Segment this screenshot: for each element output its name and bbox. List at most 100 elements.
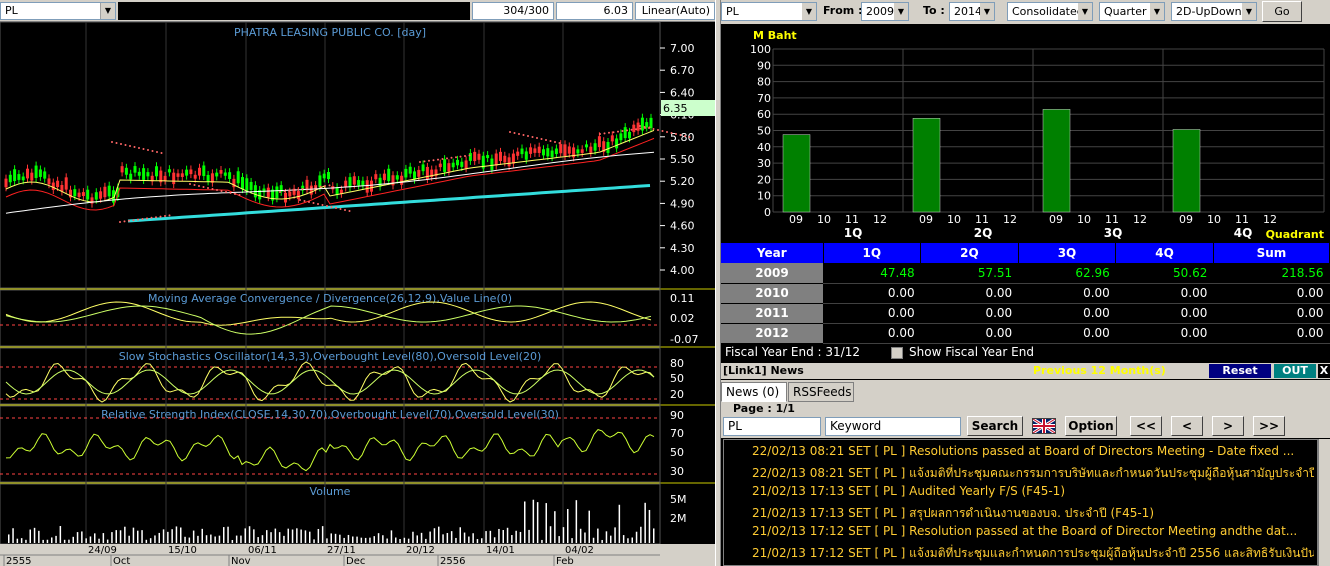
sar-dot	[159, 215, 162, 218]
sar-dot	[297, 188, 299, 191]
news-symbol-input[interactable]: PL	[723, 417, 821, 436]
volume-bar	[266, 530, 268, 543]
candle	[77, 192, 81, 197]
candle	[632, 124, 636, 133]
to-year-select[interactable]: 2014 ▼	[949, 2, 995, 21]
volume-bar	[506, 527, 509, 543]
sar-dot	[292, 189, 295, 192]
news-scrollbar[interactable]	[1318, 439, 1330, 566]
sar-dot	[202, 186, 205, 188]
chevron-down-icon[interactable]: ▼	[802, 3, 816, 20]
current-price-label: 6.35	[663, 102, 688, 115]
news-item[interactable]: 21/02/13 17:12 SET [ PL ] Resolution pas…	[752, 524, 1314, 542]
candle	[486, 155, 490, 159]
tab-rssfeeds[interactable]: RSSFeeds	[788, 382, 854, 402]
volume-bar	[76, 532, 79, 543]
volume-bar	[223, 527, 225, 543]
year-cell: 2011	[721, 303, 823, 324]
volume-bar	[145, 539, 148, 543]
chevron-down-icon[interactable]: ▼	[1150, 3, 1164, 20]
volume-bar	[244, 528, 246, 543]
volume-bar	[369, 537, 371, 543]
sar-dot	[464, 155, 466, 157]
bar-x-tick: 09	[1049, 213, 1063, 226]
chart-panel: PL ▼ 304/300 6.03 Linear(Auto) PHATRA LE…	[0, 0, 715, 566]
table-header-cell[interactable]: 1Q	[823, 243, 922, 263]
volume-bar	[403, 537, 406, 543]
financial-panel: PL ▼ From : 2009 ▼ To : 2014 ▼ Consolida…	[721, 0, 1330, 566]
bar-x-tick: 12	[1133, 213, 1147, 226]
bar-y-tick: 100	[750, 43, 771, 56]
price-chart[interactable]: PHATRA LEASING PUBLIC CO. [day] Moving A…	[0, 22, 715, 566]
search-button[interactable]: Search	[967, 416, 1023, 436]
table-header-cell[interactable]: Sum	[1213, 243, 1330, 263]
candle	[21, 176, 25, 181]
news-item[interactable]: 22/02/13 08:21 SET [ PL ] แจ้งมติที่ประช…	[752, 464, 1314, 482]
volume-bar	[291, 529, 294, 543]
news-item[interactable]: 21/02/13 17:13 SET [ PL ] สรุปผลการดำเนิ…	[752, 504, 1314, 522]
scale-mode[interactable]: Linear(Auto)	[635, 2, 715, 20]
last-page-button[interactable]: >>	[1253, 416, 1285, 436]
bar-x-tick: 12	[873, 213, 887, 226]
table-header-cell[interactable]: Year	[721, 243, 824, 263]
month-label: 2555	[6, 556, 31, 566]
out-button[interactable]: OUT	[1274, 364, 1316, 378]
next-page-button[interactable]: >	[1212, 416, 1244, 436]
volume-bar	[248, 526, 251, 543]
table-header-cell[interactable]: 2Q	[920, 243, 1019, 263]
bar-x-tick: 09	[919, 213, 933, 226]
chevron-down-icon[interactable]: ▼	[1078, 3, 1092, 20]
uk-flag-icon[interactable]	[1032, 417, 1056, 435]
option-button[interactable]: Option	[1065, 416, 1117, 436]
news-item[interactable]: 22/02/13 08:21 SET [ PL ] Resolutions pa…	[752, 444, 1314, 462]
show-fiscal-checkbox[interactable]	[891, 347, 903, 359]
prev-page-button[interactable]: <	[1171, 416, 1203, 436]
candle	[275, 186, 279, 199]
candle	[133, 166, 137, 173]
consolidated-value: Consolidated	[1012, 5, 1084, 18]
news-item[interactable]: 21/02/13 17:12 SET [ PL ] แจ้งมติที่ประช…	[752, 544, 1314, 562]
bar-x-tick: 10	[947, 213, 961, 226]
first-page-button[interactable]: <<	[1130, 416, 1162, 436]
candle	[146, 172, 150, 177]
volume-bar	[115, 530, 117, 543]
reset-button[interactable]: Reset	[1209, 364, 1271, 378]
sar-dot	[612, 131, 615, 134]
date-label: 06/11	[248, 545, 277, 556]
sar-dot	[330, 206, 333, 208]
quarter-bar	[1042, 109, 1071, 213]
quarter-label: 4Q	[1234, 226, 1253, 240]
volume-bar	[519, 531, 522, 543]
keyword-input[interactable]: Keyword	[825, 417, 961, 436]
date-label: 15/10	[168, 545, 197, 556]
month-label: Nov	[231, 556, 251, 566]
candle	[425, 166, 429, 180]
news-item[interactable]: 21/02/13 17:13 SET [ PL ] Audited Yearly…	[752, 484, 1314, 502]
period-select[interactable]: Quarter ▼	[1099, 2, 1165, 21]
volume-bar	[373, 536, 375, 543]
chevron-down-icon[interactable]: ▼	[100, 3, 115, 19]
candle	[206, 174, 210, 182]
tab-news[interactable]: News (0)	[721, 382, 787, 402]
from-year-select[interactable]: 2009 ▼	[861, 2, 909, 21]
symbol-select[interactable]: PL ▼	[0, 2, 116, 20]
chevron-down-icon[interactable]: ▼	[894, 3, 908, 20]
table-header-cell[interactable]: 3Q	[1018, 243, 1117, 263]
close-icon[interactable]: X	[1318, 364, 1330, 378]
volume-bar	[205, 535, 208, 543]
fin-symbol-select[interactable]: PL ▼	[721, 2, 817, 21]
volume-bar	[339, 534, 341, 543]
chevron-down-icon[interactable]: ▼	[980, 3, 994, 20]
go-button[interactable]: Go	[1262, 1, 1302, 22]
volume-bar	[25, 539, 27, 543]
bar-y-tick: 0	[764, 206, 771, 219]
candle	[550, 150, 554, 158]
candle	[318, 175, 322, 188]
consolidated-select[interactable]: Consolidated ▼	[1007, 2, 1093, 21]
view-select[interactable]: 2D-UpDown ▼	[1171, 2, 1257, 21]
table-header-cell[interactable]: 4Q	[1115, 243, 1214, 263]
candle	[382, 173, 386, 181]
volume-bar	[231, 539, 234, 543]
chevron-down-icon[interactable]: ▼	[1242, 3, 1256, 20]
news-list[interactable]: 22/02/13 08:21 SET [ PL ] Resolutions pa…	[723, 439, 1318, 566]
